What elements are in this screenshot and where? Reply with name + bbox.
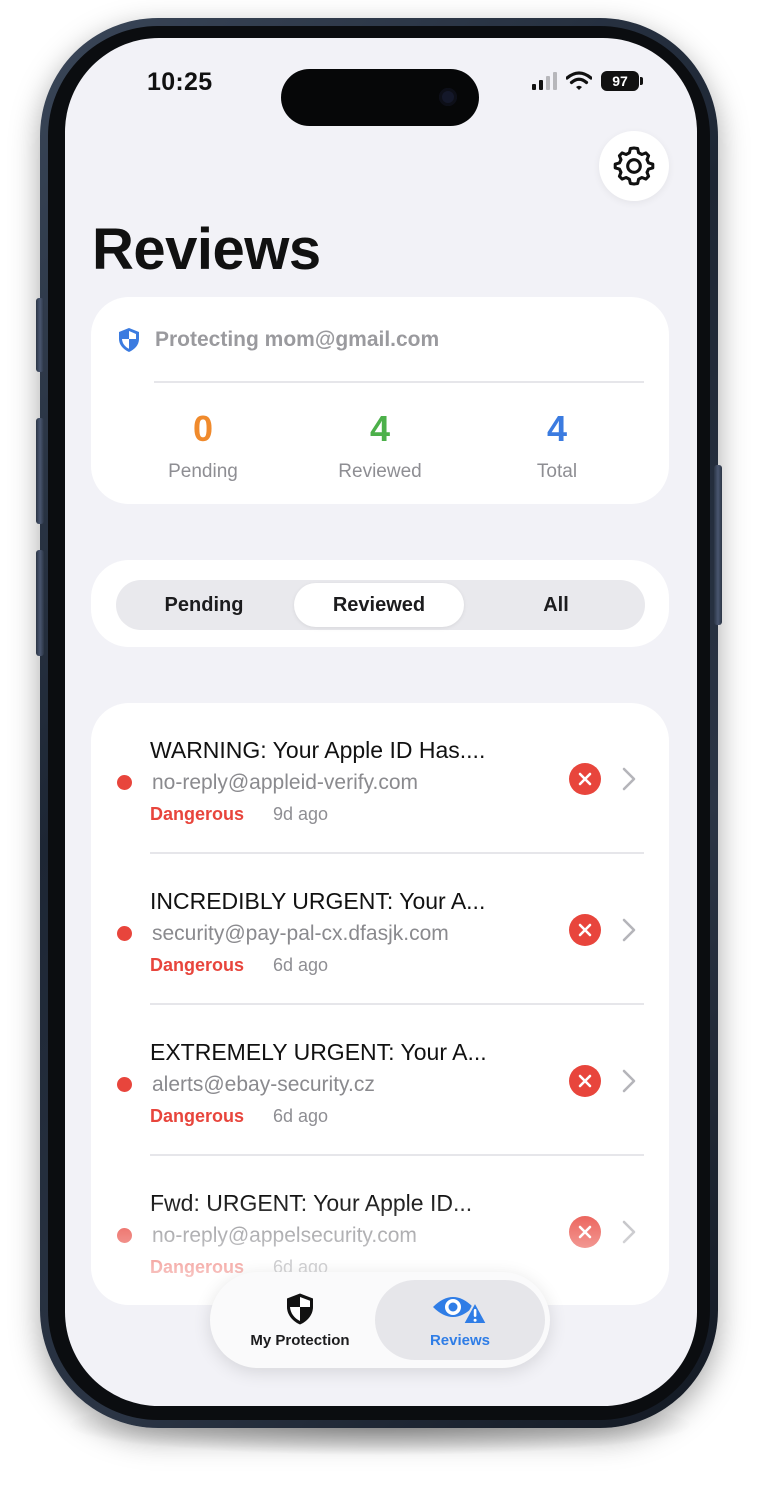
wifi-icon (566, 71, 592, 90)
dangerous-x-icon (569, 763, 601, 795)
time-ago: 6d ago (273, 1106, 329, 1126)
power-button (714, 465, 722, 625)
tab-label: My Protection (250, 1331, 350, 1349)
stat-total: 4 Total (467, 409, 647, 483)
chevron-right-icon (622, 1220, 636, 1244)
email-sender: security@pay-pal-cx.dfasjk.com (152, 922, 449, 945)
email-subject: Fwd: URGENT: Your Apple ID... (150, 1190, 473, 1216)
protection-status: Protecting mom@gmail.com (117, 327, 439, 353)
time-ago: 6d ago (273, 955, 329, 975)
segmented-control: Pending Reviewed All (116, 580, 645, 630)
chevron-right-icon (622, 918, 636, 942)
status-badge: Dangerous (150, 1106, 245, 1126)
stat-label: Total (536, 461, 578, 482)
stat-label: Pending (168, 461, 238, 482)
volume-down-button (36, 550, 44, 656)
email-subject: WARNING: Your Apple ID Has.... (150, 737, 486, 763)
time-ago: 9d ago (273, 804, 329, 824)
dangerous-x-icon (569, 1216, 601, 1248)
email-sender: no-reply@appelsecurity.com (152, 1224, 417, 1247)
email-sender: no-reply@appleid-verify.com (152, 771, 419, 794)
eye-warning-icon (433, 1296, 488, 1325)
dangerous-x-icon (569, 914, 601, 946)
segment-reviewed[interactable]: Reviewed (294, 583, 464, 627)
screen: 10:25 97 Reviews Protecting mom@gmail.co… (65, 38, 697, 1406)
review-row[interactable]: INCREDIBLY URGENT: Your A... security@pa… (91, 854, 669, 1005)
page-title: Reviews (92, 217, 321, 282)
stat-reviewed: 4 Reviewed (290, 409, 470, 483)
unread-dot (117, 1228, 132, 1243)
tab-bar: My Protection Reviews (210, 1272, 550, 1368)
status-badge: Dangerous (150, 1257, 245, 1277)
review-list: WARNING: Your Apple ID Has.... no-reply@… (91, 703, 669, 1305)
protection-label: Protecting mom@gmail.com (155, 328, 440, 351)
email-subject: INCREDIBLY URGENT: Your A... (150, 888, 486, 914)
action-button (36, 298, 44, 372)
unread-dot (117, 775, 132, 790)
battery-icon: 97 (601, 71, 643, 91)
filter-card: Pending Reviewed All (91, 560, 669, 647)
settings-button[interactable] (599, 131, 669, 201)
stat-pending: 0 Pending (113, 409, 293, 483)
chevron-right-icon (622, 1069, 636, 1093)
email-sender: alerts@ebay-security.cz (152, 1073, 375, 1096)
dangerous-x-icon (569, 1065, 601, 1097)
stat-value: 4 (546, 408, 568, 449)
unread-dot (117, 926, 132, 941)
review-row[interactable]: EXTREMELY URGENT: Your A... alerts@ebay-… (91, 1005, 669, 1156)
segment-all[interactable]: All (471, 583, 641, 627)
status-indicators: 97 (532, 71, 643, 91)
status-badge: Dangerous (150, 955, 245, 975)
chevron-right-icon (622, 767, 636, 791)
protection-summary-card: Protecting mom@gmail.com 0 Pending 4 Rev… (91, 297, 669, 504)
dynamic-island (281, 69, 479, 126)
stat-value: 4 (369, 408, 391, 449)
unread-dot (117, 1077, 132, 1092)
camera-icon (439, 88, 457, 106)
divider (154, 381, 644, 383)
volume-up-button (36, 418, 44, 524)
tab-my-protection[interactable]: My Protection (220, 1280, 380, 1360)
stat-label: Reviewed (338, 461, 422, 482)
review-row[interactable]: WARNING: Your Apple ID Has.... no-reply@… (91, 703, 669, 854)
tab-label: Reviews (429, 1331, 491, 1349)
segment-pending[interactable]: Pending (119, 583, 289, 627)
email-subject: EXTREMELY URGENT: Your A... (150, 1039, 487, 1065)
status-badge: Dangerous (150, 804, 245, 824)
tab-reviews[interactable]: Reviews (375, 1280, 545, 1360)
stat-value: 0 (192, 408, 214, 449)
gear-icon (613, 146, 655, 186)
cellular-signal-icon (532, 72, 557, 90)
shield-icon (119, 328, 139, 352)
status-time: 10:25 (147, 68, 213, 96)
shield-icon (287, 1293, 313, 1324)
